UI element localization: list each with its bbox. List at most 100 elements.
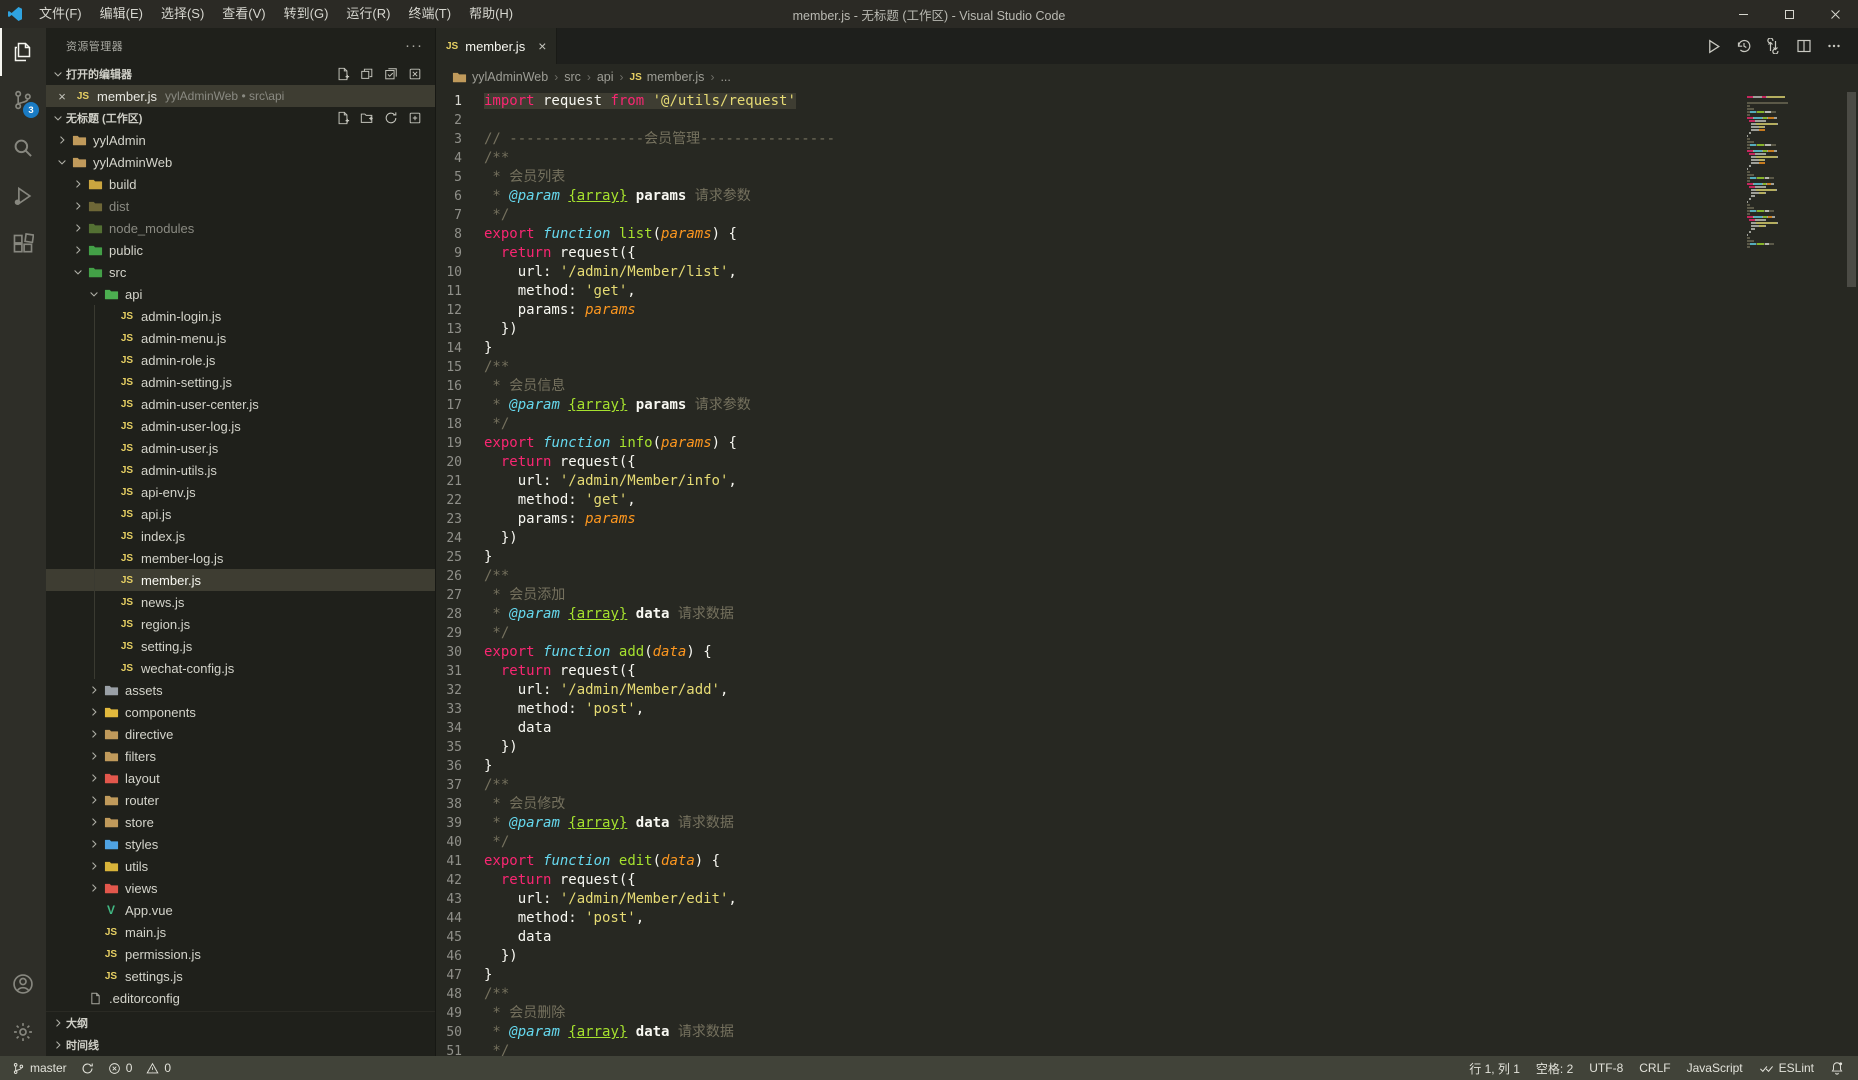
tree-item-news.js[interactable]: JS news.js [46,591,435,613]
code-line[interactable]: 5 * 会员列表 [436,168,1741,187]
tree-item-settings.js[interactable]: JS settings.js [46,965,435,987]
activity-source-control[interactable]: 3 [0,76,46,124]
editor-scrollbar[interactable] [1845,90,1858,1056]
tree-item-api[interactable]: api [46,283,435,305]
close-editor-icon[interactable]: × [54,89,70,104]
code-line[interactable]: 17 * @param {array} params 请求参数 [436,396,1741,415]
tab-member-js[interactable]: JS member.js × [436,28,558,64]
scrollbar-thumb[interactable] [1847,92,1856,287]
new-file-icon[interactable] [333,108,353,128]
close-button[interactable] [1812,0,1858,28]
code-line[interactable]: 6 * @param {array} params 请求参数 [436,187,1741,206]
menu-t[interactable]: 终端(T) [399,0,460,28]
refresh-icon[interactable] [381,108,401,128]
code-line[interactable]: 36} [436,757,1741,776]
tree-item-admin-user.js[interactable]: JS admin-user.js [46,437,435,459]
code-line[interactable]: 35}) [436,738,1741,757]
code-line[interactable]: 48/** [436,985,1741,1004]
breadcrumb-item-yylAdminWeb[interactable]: yylAdminWeb [452,70,548,85]
tree-item-views[interactable]: views [46,877,435,899]
tree-item-api.js[interactable]: JS api.js [46,503,435,525]
breadcrumb-item-...[interactable]: ... [720,70,730,84]
code-line[interactable]: 3// ----------------会员管理---------------- [436,130,1741,149]
tree-item-components[interactable]: components [46,701,435,723]
code-line[interactable]: 34 data [436,719,1741,738]
code-line[interactable]: 51 */ [436,1042,1741,1056]
tree-item-.editorconfig[interactable]: .editorconfig [46,987,435,1009]
code-line[interactable]: 2 [436,111,1741,130]
code-line[interactable]: 10 url: '/admin/Member/list', [436,263,1741,282]
code-line[interactable]: 14} [436,339,1741,358]
breadcrumb-item-src[interactable]: src [564,70,581,84]
code-line[interactable]: 19 export function info(params) { [436,434,1741,453]
code-line[interactable]: 8 export function list(params) { [436,225,1741,244]
save-all-icon[interactable] [381,64,401,84]
status-CRLF[interactable]: CRLF [1639,1061,1670,1075]
breadcrumb-item-member.js[interactable]: JS member.js [630,70,705,84]
maximize-button[interactable] [1766,0,1812,28]
activity-extensions[interactable] [0,220,46,268]
code-line[interactable]: 28 * @param {array} data 请求数据 [436,605,1741,624]
code-line[interactable]: 32 url: '/admin/Member/add', [436,681,1741,700]
tree-item-wechat-config.js[interactable]: JS wechat-config.js [46,657,435,679]
code-line[interactable]: 20 return request({ [436,453,1741,472]
code-line[interactable]: 27 * 会员添加 [436,586,1741,605]
code-line[interactable]: 31 return request({ [436,662,1741,681]
new-untitled-file-icon[interactable] [333,64,353,84]
menu-f[interactable]: 文件(F) [30,0,91,28]
code-line[interactable]: 41 export function edit(data) { [436,852,1741,871]
code-line[interactable]: 4/** [436,149,1741,168]
code-line[interactable]: 40 */ [436,833,1741,852]
minimize-button[interactable] [1720,0,1766,28]
status-master[interactable]: master [12,1061,67,1075]
code-line[interactable]: 16 * 会员信息 [436,377,1741,396]
code-line[interactable]: 15/** [436,358,1741,377]
status-行 1, 列 1[interactable]: 行 1, 列 1 [1469,1060,1520,1077]
code-line[interactable]: 23 params: params [436,510,1741,529]
close-tab-icon[interactable]: × [538,38,546,54]
code-line[interactable]: 18 */ [436,415,1741,434]
tree-item-member.js[interactable]: JS member.js [46,569,435,591]
code-line[interactable]: 24}) [436,529,1741,548]
code-line[interactable]: 46}) [436,947,1741,966]
tree-item-admin-user-center.js[interactable]: JS admin-user-center.js [46,393,435,415]
open-editors-header[interactable]: 打开的编辑器 [46,63,435,85]
code-editor[interactable]: 1 import request from '@/utils/request' 2 3… [436,90,1858,1056]
menu-e[interactable]: 编辑(E) [91,0,152,28]
code-line[interactable]: 13}) [436,320,1741,339]
activity-account[interactable] [0,960,46,1008]
code-line[interactable]: 42 return request({ [436,871,1741,890]
menu-v[interactable]: 查看(V) [213,0,274,28]
tree-item-router[interactable]: router [46,789,435,811]
tree-item-layout[interactable]: layout [46,767,435,789]
tree-item-dist[interactable]: dist [46,195,435,217]
tree-item-permission.js[interactable]: JS permission.js [46,943,435,965]
tree-item-member-log.js[interactable]: JS member-log.js [46,547,435,569]
tree-item-yylAdminWeb[interactable]: yylAdminWeb [46,151,435,173]
tree-item-styles[interactable]: styles [46,833,435,855]
code-line[interactable]: 45 data [436,928,1741,947]
minimap[interactable] [1741,90,1845,1056]
code-line[interactable]: 39 * @param {array} data 请求数据 [436,814,1741,833]
code-line[interactable]: 1 import request from '@/utils/request' [436,92,1741,111]
menu-s[interactable]: 选择(S) [152,0,213,28]
open-editor-member.js[interactable]: × JS member.js yylAdminWeb • src\api [46,85,435,107]
activity-search[interactable] [0,124,46,172]
split-editor-icon[interactable] [1796,38,1812,54]
tree-item-setting.js[interactable]: JS setting.js [46,635,435,657]
breadcrumb-item-api[interactable]: api [597,70,614,84]
code-line[interactable]: 43 url: '/admin/Member/edit', [436,890,1741,909]
menu-r[interactable]: 运行(R) [337,0,399,28]
tree-item-yylAdmin[interactable]: yylAdmin [46,129,435,151]
code-line[interactable]: 22 method: 'get', [436,491,1741,510]
tree-item-src[interactable]: src [46,261,435,283]
code-line[interactable]: 21 url: '/admin/Member/info', [436,472,1741,491]
status-JavaScript[interactable]: JavaScript [1687,1061,1743,1075]
code-line[interactable]: 9 return request({ [436,244,1741,263]
tree-item-admin-role.js[interactable]: JS admin-role.js [46,349,435,371]
collapse-all-icon[interactable] [405,108,425,128]
close-all-icon[interactable] [405,64,425,84]
menu-g[interactable]: 转到(G) [275,0,338,28]
menu-h[interactable]: 帮助(H) [460,0,522,28]
code-line[interactable]: 7 */ [436,206,1741,225]
